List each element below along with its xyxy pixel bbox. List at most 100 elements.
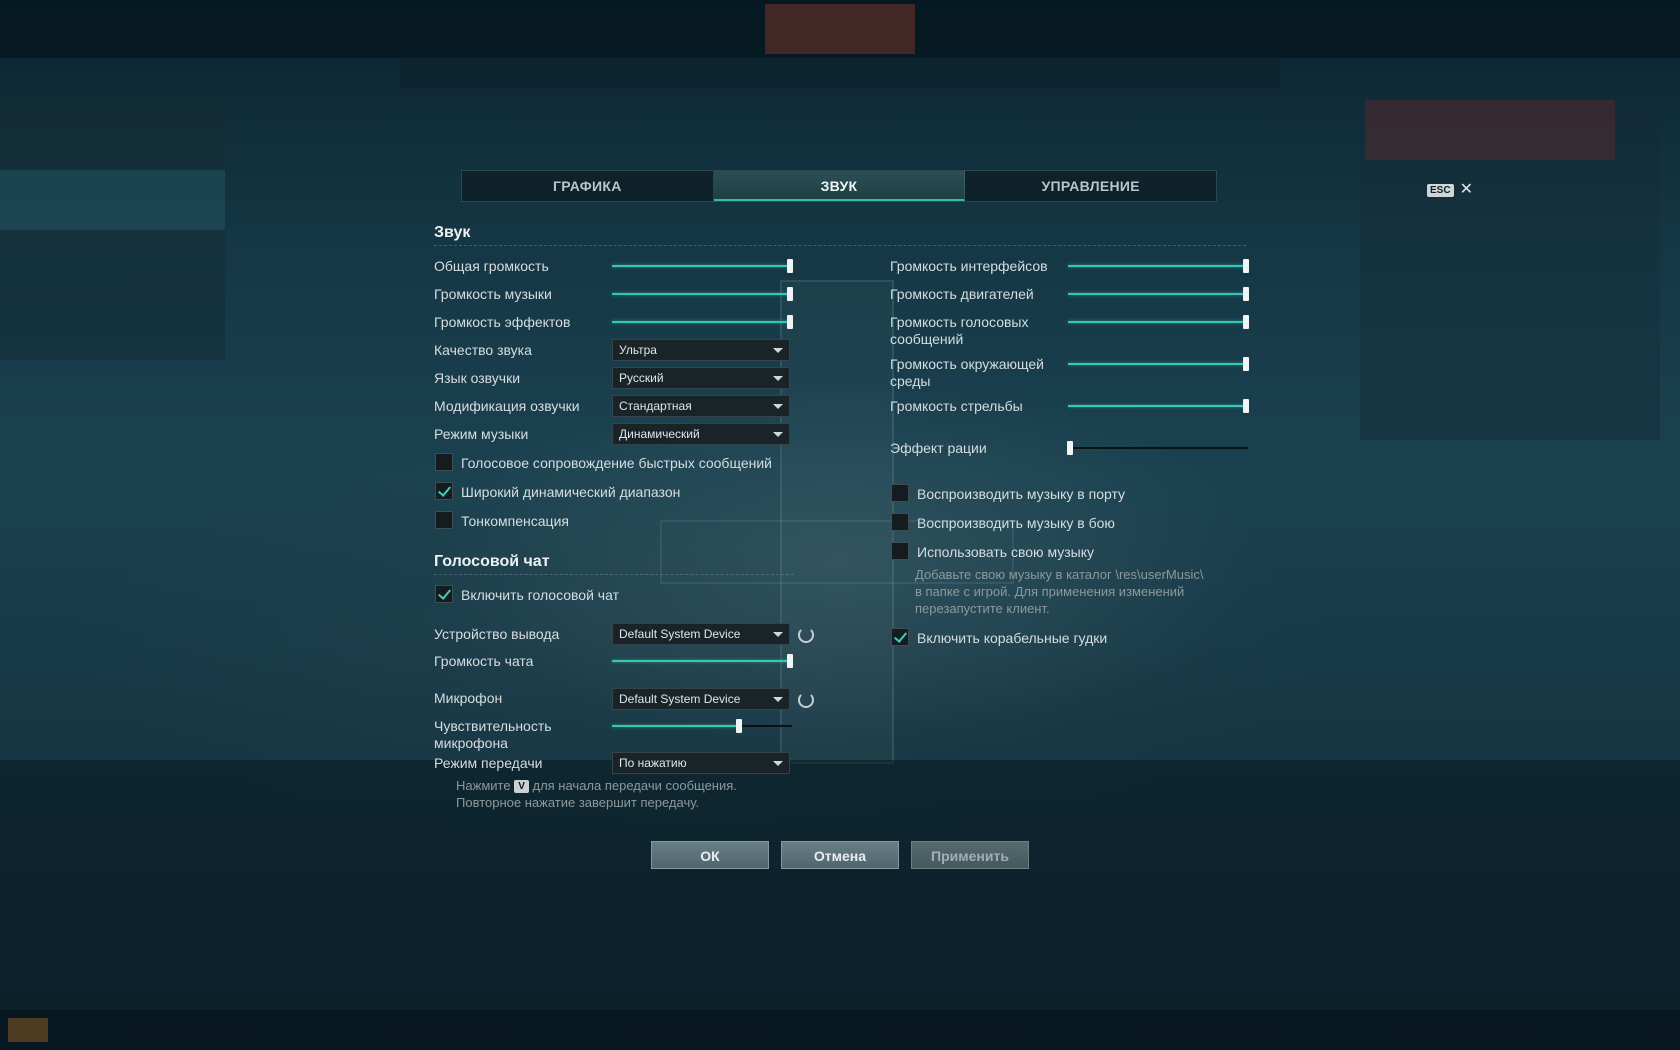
checkmark-icon <box>437 483 452 497</box>
hint-text: Повторное нажатие завершит передачу. <box>456 795 700 810</box>
own-music-hint: Добавьте свою музыку в каталог \res\user… <box>915 566 1203 617</box>
voice-chat-enable-label[interactable]: Включить голосовой чат <box>461 587 619 604</box>
slider-thumb[interactable] <box>787 259 793 273</box>
transmit-mode-select[interactable]: По нажатию <box>612 752 790 774</box>
voice-mod-select[interactable]: Стандартная <box>612 395 790 417</box>
hint-line-1: Добавьте свою музыку в каталог \res\user… <box>915 567 1204 582</box>
tone-compensation-checkbox[interactable] <box>435 511 453 529</box>
left-panel-blurred <box>0 100 225 360</box>
ship-carousel-blurred <box>0 760 1680 1010</box>
effects-volume-label: Громкость эффектов <box>434 314 571 330</box>
tone-compensation-label[interactable]: Тонкомпенсация <box>461 513 569 530</box>
shooting-volume-slider[interactable] <box>1068 399 1249 413</box>
section-title-sound: Звук <box>434 224 471 241</box>
slider-fill <box>1068 265 1246 267</box>
chevron-down-icon <box>773 632 783 637</box>
slider-thumb[interactable] <box>1243 399 1249 413</box>
chevron-down-icon <box>773 348 783 353</box>
slider-thumb[interactable] <box>1243 259 1249 273</box>
radio-effect-slider[interactable] <box>1067 441 1248 455</box>
apply-button[interactable]: Применить <box>911 841 1029 869</box>
master-volume-label: Общая громкость <box>434 258 549 274</box>
sound-quality-label: Качество звука <box>434 342 532 358</box>
refresh-microphone-icon[interactable] <box>798 692 814 708</box>
music-in-port-checkbox[interactable] <box>891 484 909 502</box>
ok-button[interactable]: ОК <box>651 841 769 869</box>
slider-fill <box>1068 363 1246 365</box>
slider-thumb[interactable] <box>1243 315 1249 329</box>
refresh-output-device-icon[interactable] <box>798 627 814 643</box>
label-line-1: Громкость окружающей <box>890 356 1044 372</box>
hint-line-2: в папке с игрой. Для применения изменени… <box>915 584 1185 599</box>
chevron-down-icon <box>773 376 783 381</box>
slider-thumb[interactable] <box>736 719 742 733</box>
hint-line-3: перезапустите клиент. <box>915 601 1050 616</box>
ship-horns-label[interactable]: Включить корабельные гудки <box>917 630 1107 647</box>
label-line-1: Чувствительность <box>434 718 552 734</box>
chat-volume-label: Громкость чата <box>434 653 534 669</box>
music-in-battle-label[interactable]: Воспроизводить музыку в бою <box>917 515 1115 532</box>
slider-thumb[interactable] <box>787 287 793 301</box>
chevron-down-icon <box>773 404 783 409</box>
quick-messages-voice-label[interactable]: Голосовое сопровождение быстрых сообщени… <box>461 455 772 472</box>
close-control[interactable]: ESC ✕ <box>1427 182 1473 198</box>
slider-thumb[interactable] <box>1243 287 1249 301</box>
select-value: Динамический <box>619 427 700 441</box>
bottom-badge <box>8 1018 48 1042</box>
label-line-1: Громкость голосовых <box>890 314 1029 330</box>
esc-key-icon: ESC <box>1427 183 1454 197</box>
bottom-bar-blurred <box>0 1010 1680 1050</box>
cancel-button[interactable]: Отмена <box>781 841 899 869</box>
music-volume-slider[interactable] <box>612 287 793 301</box>
music-volume-label: Громкость музыки <box>434 286 552 302</box>
slider-fill <box>612 660 790 662</box>
right-panel-header <box>1365 100 1615 160</box>
own-music-checkbox[interactable] <box>891 542 909 560</box>
slider-fill <box>1068 321 1246 323</box>
slider-thumb[interactable] <box>1243 357 1249 371</box>
tab-sound[interactable]: ЗВУК <box>713 171 966 201</box>
interface-volume-slider[interactable] <box>1068 259 1249 273</box>
quick-messages-voice-checkbox[interactable] <box>435 453 453 471</box>
slider-thumb[interactable] <box>787 315 793 329</box>
slider-fill <box>1068 405 1246 407</box>
slider-thumb[interactable] <box>1067 441 1073 455</box>
chat-volume-slider[interactable] <box>612 654 793 668</box>
tab-graphics[interactable]: ГРАФИКА <box>462 171 714 201</box>
chevron-down-icon <box>773 761 783 766</box>
ship-horns-checkbox[interactable] <box>891 628 909 646</box>
slider-fill <box>612 265 790 267</box>
own-music-label[interactable]: Использовать свою музыку <box>917 544 1094 561</box>
output-device-select[interactable]: Default System Device <box>612 623 790 645</box>
voice-messages-volume-slider[interactable] <box>1068 315 1249 329</box>
checkmark-icon <box>437 586 452 600</box>
select-value: Русский <box>619 371 664 385</box>
port-background <box>0 0 1680 1050</box>
microphone-select[interactable]: Default System Device <box>612 688 790 710</box>
mic-sensitivity-label: Чувствительность микрофона <box>434 718 552 752</box>
sub-nav-blurred <box>400 58 1280 88</box>
section-divider <box>434 245 1246 246</box>
music-mode-select[interactable]: Динамический <box>612 423 790 445</box>
master-volume-slider[interactable] <box>612 259 793 273</box>
voice-mod-label: Модификация озвучки <box>434 398 580 414</box>
effects-volume-slider[interactable] <box>612 315 793 329</box>
wide-dynamic-range-label[interactable]: Широкий динамический диапазон <box>461 484 680 501</box>
music-in-port-label[interactable]: Воспроизводить музыку в порту <box>917 486 1125 503</box>
left-panel-highlight <box>0 170 225 230</box>
close-icon[interactable]: ✕ <box>1460 182 1473 198</box>
ambient-volume-slider[interactable] <box>1068 357 1249 371</box>
ambient-volume-label: Громкость окружающей среды <box>890 356 1044 390</box>
sound-quality-select[interactable]: Ультра <box>612 339 790 361</box>
slider-fill <box>612 725 739 727</box>
mic-sensitivity-slider[interactable] <box>612 719 792 733</box>
voice-language-select[interactable]: Русский <box>612 367 790 389</box>
music-in-battle-checkbox[interactable] <box>891 513 909 531</box>
label-line-2: среды <box>890 373 931 389</box>
wide-dynamic-range-checkbox[interactable] <box>435 482 453 500</box>
engine-volume-slider[interactable] <box>1068 287 1249 301</box>
voice-chat-enable-checkbox[interactable] <box>435 585 453 603</box>
tab-controls[interactable]: УПРАВЛЕНИЕ <box>965 171 1216 201</box>
select-value: Default System Device <box>619 692 741 706</box>
slider-thumb[interactable] <box>787 654 793 668</box>
